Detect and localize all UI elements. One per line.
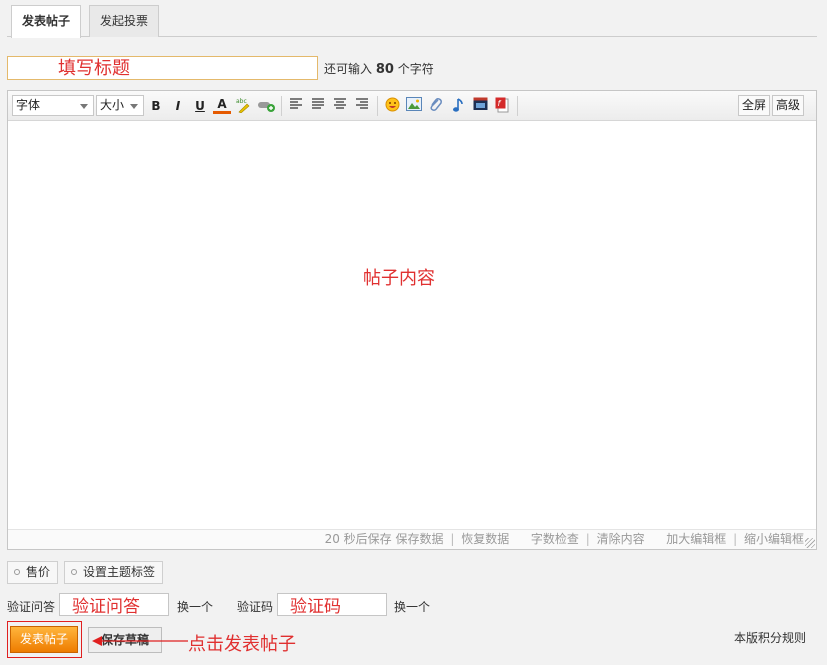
- music-icon[interactable]: [449, 97, 467, 115]
- flash-icon[interactable]: f: [493, 97, 511, 115]
- autosave-countdown: 20 秒后保存: [324, 532, 392, 546]
- char-hint-prefix: 还可输入: [324, 62, 373, 76]
- link-icon[interactable]: [257, 97, 275, 115]
- align-left-icon[interactable]: [287, 97, 305, 115]
- enlarge-editor-link[interactable]: 加大编辑框: [666, 532, 726, 546]
- video-icon[interactable]: [471, 97, 489, 115]
- status-divider: |: [585, 532, 590, 546]
- char-hint-count: 80: [375, 62, 394, 77]
- chevron-down-icon: [130, 104, 138, 109]
- tab-new-poll[interactable]: 发起投票: [89, 5, 160, 37]
- font-family-select[interactable]: 字体: [12, 95, 94, 116]
- submit-post-button[interactable]: 发表帖子: [10, 626, 78, 653]
- chevron-down-icon: [80, 104, 88, 109]
- shrink-editor-link[interactable]: 缩小编辑框: [744, 532, 804, 546]
- editor-placeholder: 帖子内容: [363, 268, 435, 289]
- title-char-hint: 还可输入 80 个字符: [324, 60, 434, 77]
- submit-annotation: 点击发表帖子: [188, 634, 296, 655]
- italic-button[interactable]: I: [169, 97, 187, 115]
- status-divider: |: [450, 532, 455, 546]
- sell-price-button[interactable]: 售价: [7, 561, 59, 584]
- editor-status-bar: 20 秒后保存 保存数据 | 恢复数据 字数检查 | 清除内容 加大编辑框 | …: [8, 529, 816, 549]
- forum-points-rules-link[interactable]: 本版积分规则: [734, 629, 806, 646]
- radio-dot-icon: [14, 569, 20, 575]
- verify-question-label: 验证问答: [7, 600, 56, 614]
- highlight-icon[interactable]: abc: [235, 97, 253, 115]
- bold-button[interactable]: B: [147, 97, 165, 115]
- verify-code-change-link[interactable]: 换一个: [394, 598, 430, 615]
- title-input[interactable]: [7, 56, 318, 80]
- toolbar-separator: [281, 96, 282, 116]
- annotation-arrow-icon: [92, 636, 188, 646]
- verify-code-input[interactable]: [277, 593, 387, 616]
- tab-bar: 发表帖子 发起投票: [7, 0, 817, 38]
- font-color-button[interactable]: A: [213, 97, 231, 114]
- clear-content-link[interactable]: 清除内容: [597, 532, 645, 546]
- font-size-select-label: 大小: [100, 98, 125, 112]
- image-icon[interactable]: [405, 97, 423, 115]
- post-editor: 字体 大小 B I U A abc f 全屏 高级 帖子内容 20 秒后保存 保…: [7, 90, 817, 550]
- editor-toolbar: 字体 大小 B I U A abc f 全屏 高级: [8, 91, 816, 121]
- resize-grip-icon[interactable]: [805, 538, 815, 548]
- set-tags-label: 设置主题标签: [83, 565, 156, 579]
- emoji-icon[interactable]: [383, 97, 401, 115]
- tab-new-thread[interactable]: 发表帖子: [11, 5, 82, 38]
- font-size-select[interactable]: 大小: [96, 95, 144, 116]
- underline-button[interactable]: U: [191, 97, 209, 115]
- svg-text:abc: abc: [236, 98, 247, 105]
- align-center-icon[interactable]: [331, 97, 349, 115]
- verify-code-label: 验证码: [237, 600, 274, 614]
- align-right-icon[interactable]: [353, 97, 371, 115]
- set-tags-button[interactable]: 设置主题标签: [64, 561, 164, 584]
- advanced-mode-button[interactable]: 高级: [772, 95, 805, 116]
- editor-content-area[interactable]: 帖子内容: [8, 122, 816, 530]
- font-family-select-label: 字体: [16, 98, 41, 112]
- restore-data-link[interactable]: 恢复数据: [461, 532, 509, 546]
- save-data-link[interactable]: 保存数据: [395, 532, 443, 546]
- sell-price-label: 售价: [26, 565, 51, 579]
- word-check-link[interactable]: 字数检查: [531, 532, 579, 546]
- verify-question-input[interactable]: [59, 593, 169, 616]
- status-divider: |: [733, 532, 738, 546]
- align-justify-icon[interactable]: [309, 97, 327, 115]
- toolbar-separator: [377, 96, 378, 116]
- fullscreen-button[interactable]: 全屏: [738, 95, 771, 116]
- attachment-icon[interactable]: [427, 97, 445, 115]
- radio-dot-icon: [71, 569, 77, 575]
- char-hint-suffix: 个字符: [397, 62, 434, 76]
- verify-question-change-link[interactable]: 换一个: [177, 598, 213, 615]
- toolbar-separator: [517, 96, 518, 116]
